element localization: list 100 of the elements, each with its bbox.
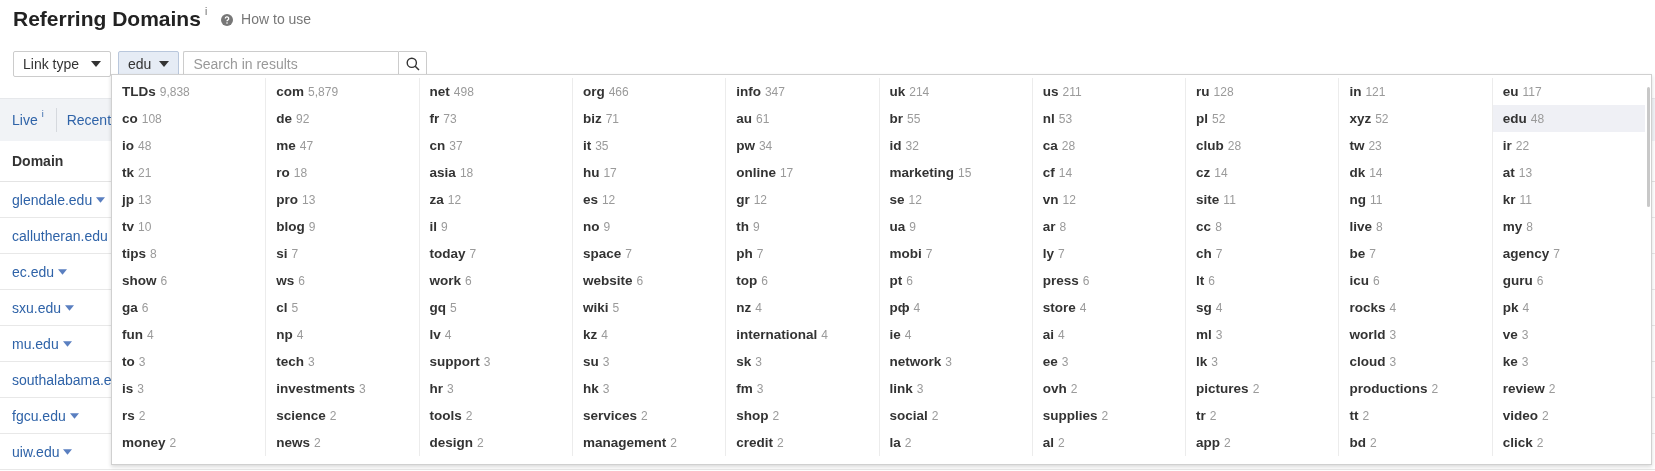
tld-option[interactable]: de 92 — [266, 105, 419, 132]
scrollbar-thumb[interactable] — [1647, 87, 1650, 207]
tld-option[interactable]: au 61 — [726, 105, 879, 132]
tld-option[interactable]: si 7 — [266, 240, 419, 267]
tld-option[interactable]: hk 3 — [572, 375, 726, 402]
tld-option[interactable]: br 55 — [879, 105, 1032, 132]
tld-option[interactable]: jp 13 — [112, 186, 266, 213]
tld-option[interactable]: live 8 — [1339, 213, 1492, 240]
tld-option[interactable]: tech 3 — [266, 348, 419, 375]
tld-option[interactable]: al 2 — [1032, 429, 1186, 456]
tld-option[interactable]: ve 3 — [1492, 321, 1645, 348]
tld-option[interactable]: show 6 — [112, 267, 266, 294]
tld-option[interactable]: ke 3 — [1492, 348, 1645, 375]
tld-option[interactable]: lk 3 — [1186, 348, 1339, 375]
tld-option[interactable]: in 121 — [1339, 78, 1492, 105]
tld-option[interactable]: ua 9 — [879, 213, 1032, 240]
tld-option[interactable]: info 347 — [726, 78, 879, 105]
tld-option[interactable]: ir 22 — [1492, 132, 1645, 159]
tld-option[interactable]: productions 2 — [1339, 375, 1492, 402]
tld-option[interactable]: shop 2 — [726, 402, 879, 429]
tld-option[interactable]: agency 7 — [1492, 240, 1645, 267]
tld-option[interactable]: fun 4 — [112, 321, 266, 348]
tld-option[interactable]: cz 14 — [1186, 159, 1339, 186]
tld-option[interactable]: no 9 — [572, 213, 726, 240]
tld-option[interactable]: site 11 — [1186, 186, 1339, 213]
domain-link[interactable]: southalabama.e — [12, 371, 112, 388]
tld-option[interactable]: com 5,879 — [266, 78, 419, 105]
link-type-dropdown[interactable]: Link type — [13, 51, 112, 77]
tld-option[interactable]: blog 9 — [266, 213, 419, 240]
tld-dropdown[interactable]: edu — [118, 51, 180, 77]
domain-link[interactable]: callutheran.edu — [12, 227, 108, 244]
tld-option[interactable]: world 3 — [1339, 321, 1492, 348]
tld-option[interactable]: fm 3 — [726, 375, 879, 402]
tld-option[interactable]: lt 6 — [1186, 267, 1339, 294]
tld-option[interactable]: store 4 — [1032, 294, 1186, 321]
tld-option[interactable]: th 9 — [726, 213, 879, 240]
tld-option[interactable]: asia 18 — [419, 159, 572, 186]
tld-option[interactable]: space 7 — [572, 240, 726, 267]
tld-option[interactable]: ws 6 — [266, 267, 419, 294]
tld-option[interactable]: mobi 7 — [879, 240, 1032, 267]
tld-option[interactable]: press 6 — [1032, 267, 1186, 294]
how-to-use-link[interactable]: How to use — [241, 11, 312, 27]
tld-option[interactable]: vn 12 — [1032, 186, 1186, 213]
tld-option[interactable]: design 2 — [419, 429, 572, 456]
tld-option[interactable]: gq 5 — [419, 294, 572, 321]
tld-option[interactable]: nl 53 — [1032, 105, 1186, 132]
tld-option[interactable]: link 3 — [879, 375, 1032, 402]
tld-option[interactable]: eu 117 — [1492, 78, 1645, 105]
tld-option[interactable]: ml 3 — [1186, 321, 1339, 348]
tld-option[interactable]: il 9 — [419, 213, 572, 240]
tld-option[interactable]: tips 8 — [112, 240, 266, 267]
tld-option[interactable]: is 3 — [112, 375, 266, 402]
tld-option[interactable]: work 6 — [419, 267, 572, 294]
tld-option[interactable]: tk 21 — [112, 159, 266, 186]
tld-option[interactable]: biz 71 — [572, 105, 726, 132]
tld-option[interactable]: org 466 — [572, 78, 726, 105]
domain-link[interactable]: glendale.edu — [12, 191, 93, 208]
tld-option[interactable]: cl 5 — [266, 294, 419, 321]
tld-option[interactable]: at 13 — [1492, 159, 1645, 186]
tld-option[interactable]: рф 4 — [879, 294, 1032, 321]
tld-option[interactable]: id 32 — [879, 132, 1032, 159]
tld-option[interactable]: pk 4 — [1492, 294, 1645, 321]
tld-option[interactable]: support 3 — [419, 348, 572, 375]
tld-option[interactable]: ly 7 — [1032, 240, 1186, 267]
tld-option[interactable]: sk 3 — [726, 348, 879, 375]
tld-option[interactable]: rs 2 — [112, 402, 266, 429]
tld-option[interactable]: review 2 — [1492, 375, 1645, 402]
tld-option[interactable]: investments 3 — [266, 375, 419, 402]
tld-option[interactable]: cloud 3 — [1339, 348, 1492, 375]
tld-option[interactable]: international 4 — [726, 321, 879, 348]
tld-option[interactable]: ng 11 — [1339, 186, 1492, 213]
tld-option[interactable]: ph 7 — [726, 240, 879, 267]
tld-option[interactable]: ie 4 — [879, 321, 1032, 348]
tld-option[interactable]: pw 34 — [726, 132, 879, 159]
tld-option[interactable]: pt 6 — [879, 267, 1032, 294]
tld-option[interactable]: np 4 — [266, 321, 419, 348]
tld-option[interactable]: today 7 — [419, 240, 572, 267]
tld-option[interactable]: ru 128 — [1186, 78, 1339, 105]
tld-option[interactable]: website 6 — [572, 267, 726, 294]
tab[interactable]: Live — [12, 112, 38, 128]
tld-option[interactable]: su 3 — [572, 348, 726, 375]
tld-option[interactable]: services 2 — [572, 402, 726, 429]
domain-link[interactable]: mu.edu — [12, 335, 59, 352]
tld-option[interactable]: top 6 — [726, 267, 879, 294]
search-field[interactable]: Search in results — [183, 51, 399, 77]
tld-option[interactable]: online 17 — [726, 159, 879, 186]
tld-option[interactable]: network 3 — [879, 348, 1032, 375]
tld-option[interactable]: science 2 — [266, 402, 419, 429]
tld-option[interactable]: tw 23 — [1339, 132, 1492, 159]
tld-option[interactable]: hr 3 — [419, 375, 572, 402]
tld-option[interactable]: money 2 — [112, 429, 266, 456]
tld-option[interactable]: ai 4 — [1032, 321, 1186, 348]
tld-option[interactable]: tr 2 — [1186, 402, 1339, 429]
tld-option[interactable]: xyz 52 — [1339, 105, 1492, 132]
domain-link[interactable]: sxu.edu — [12, 299, 62, 316]
tld-option[interactable]: uk 214 — [879, 78, 1032, 105]
tld-option[interactable]: io 48 — [112, 132, 266, 159]
tld-option[interactable]: marketing 15 — [879, 159, 1032, 186]
tld-option[interactable]: la 2 — [879, 429, 1032, 456]
tld-option[interactable]: app 2 — [1186, 429, 1339, 456]
